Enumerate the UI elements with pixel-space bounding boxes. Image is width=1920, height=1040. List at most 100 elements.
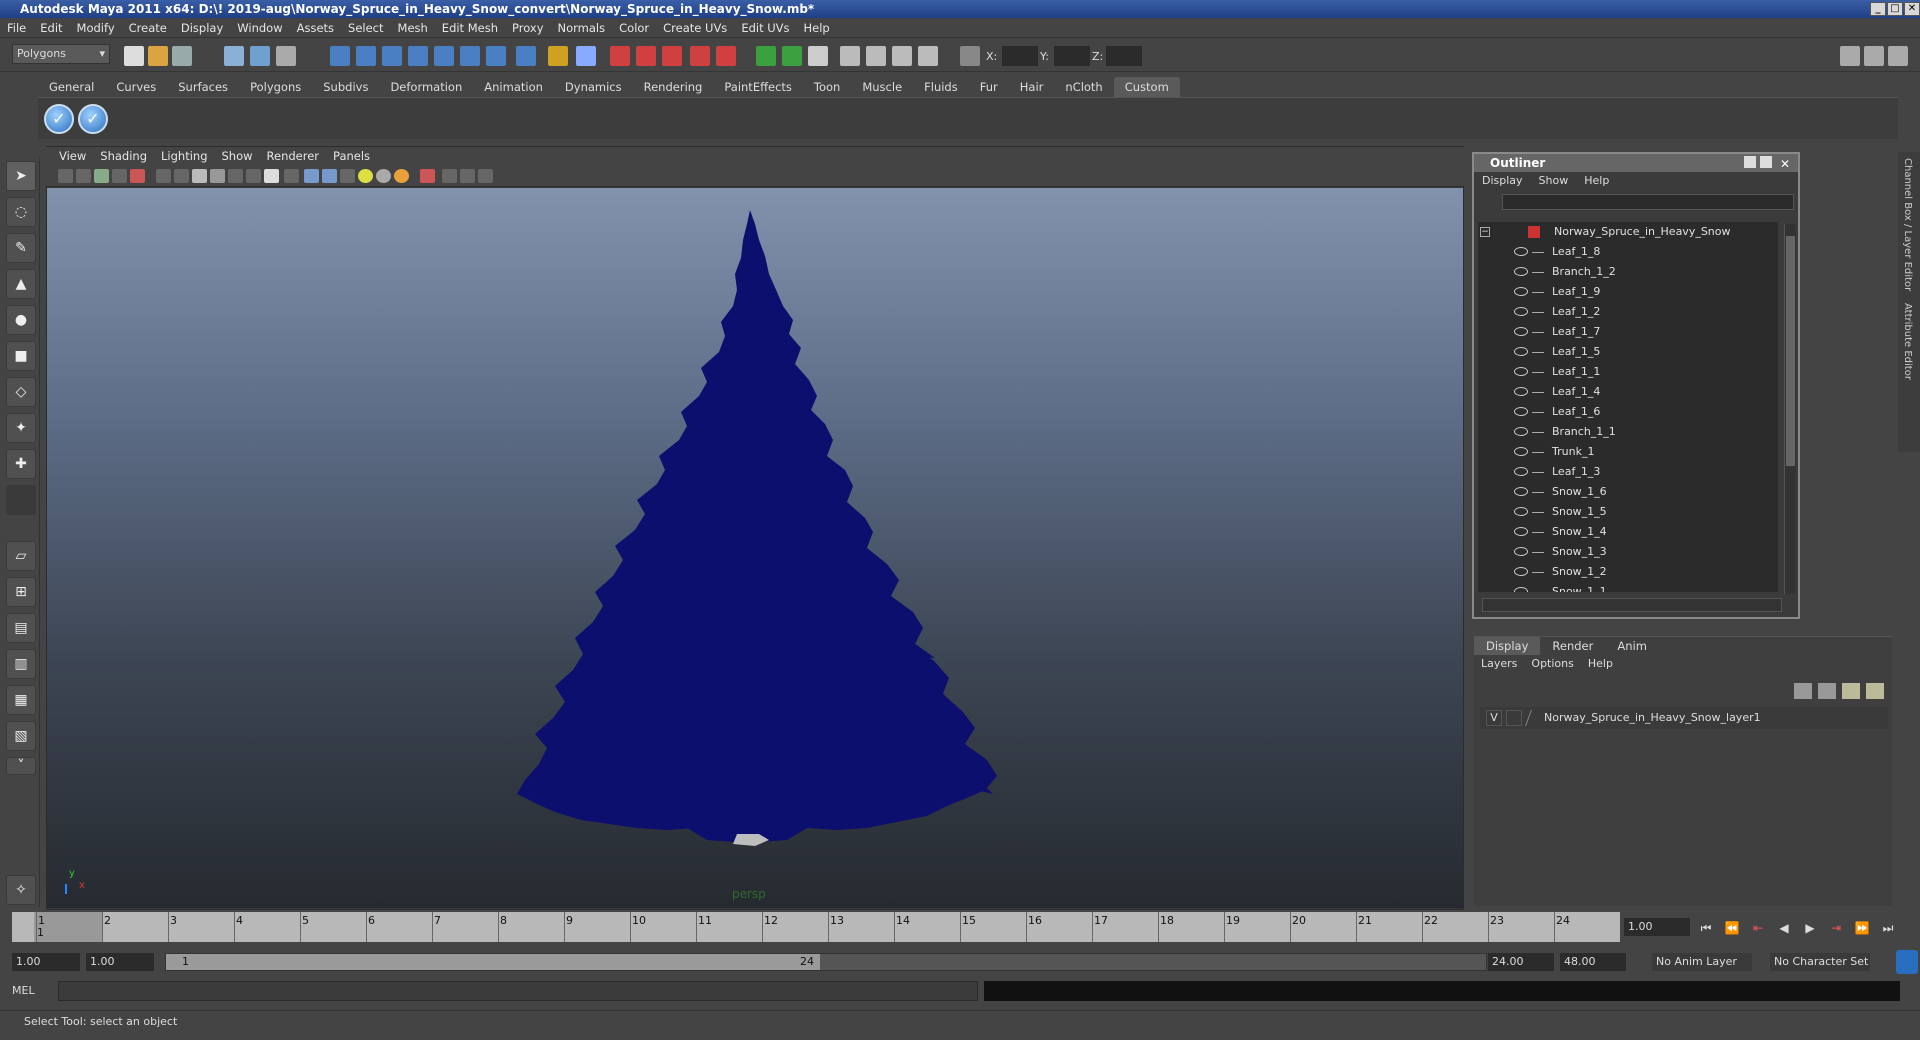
wire-on-shaded-icon[interactable]	[246, 169, 261, 183]
range-slider-handle[interactable]: 1 24	[166, 954, 820, 970]
current-frame-field[interactable]: 1.00	[1624, 918, 1690, 936]
layer-menu-options[interactable]: Options	[1524, 655, 1580, 673]
menu-file[interactable]: File	[0, 18, 33, 38]
shelf-tab-ncloth[interactable]: nCloth	[1054, 77, 1113, 97]
outliner-root-item[interactable]: − Norway_Spruce_in_Heavy_Snow	[1478, 222, 1778, 242]
outliner-item[interactable]: Snow_1_4	[1478, 522, 1778, 542]
menu-edit-uvs[interactable]: Edit UVs	[734, 18, 796, 38]
tab-display[interactable]: Display	[1474, 637, 1541, 655]
motion-trail-icon[interactable]	[478, 169, 493, 183]
more-layouts-icon[interactable]: ˅	[6, 757, 36, 775]
grid-icon[interactable]	[174, 169, 189, 183]
last-tool-icon[interactable]: ✚	[6, 449, 36, 479]
camera-attributes-icon[interactable]	[76, 169, 91, 183]
graph-persp-layout-icon[interactable]: ▥	[6, 649, 36, 679]
shelf-tab-general[interactable]: General	[38, 77, 105, 97]
outliner-horizontal-scrollbar[interactable]	[1482, 598, 1782, 612]
toggle-tool-settings-icon[interactable]	[1864, 46, 1884, 66]
rotate-tool-icon[interactable]: ●	[6, 305, 36, 335]
move-layer-down-icon[interactable]	[1866, 683, 1884, 699]
spruce-tree-model[interactable]	[47, 188, 1463, 908]
shelf-tab-hair[interactable]: Hair	[1009, 77, 1055, 97]
tab-channel-box[interactable]: Channel Box / Layer Editor	[1898, 152, 1917, 297]
menu-color[interactable]: Color	[612, 18, 656, 38]
open-scene-icon[interactable]	[148, 46, 168, 66]
render-settings-icon[interactable]	[918, 46, 938, 66]
play-forward-icon[interactable]: ▶	[1802, 920, 1818, 936]
layer-type-toggle[interactable]	[1506, 710, 1522, 726]
flat-shade-icon[interactable]	[210, 169, 225, 183]
new-layer-icon[interactable]	[1794, 683, 1812, 699]
outliner-item[interactable]: Trunk_1	[1478, 442, 1778, 462]
minimize-icon[interactable]	[1744, 156, 1756, 168]
new-scene-icon[interactable]	[124, 46, 144, 66]
menu-select[interactable]: Select	[341, 18, 390, 38]
outliner-item[interactable]: Snow_1_2	[1478, 562, 1778, 582]
layer-menu-help[interactable]: Help	[1581, 655, 1620, 673]
outliner-item[interactable]: Branch_1_2	[1478, 262, 1778, 282]
shelf-tab-fluids[interactable]: Fluids	[913, 77, 969, 97]
outliner-item[interactable]: Leaf_1_7	[1478, 322, 1778, 342]
perspective-viewport[interactable]: y x	[47, 188, 1463, 908]
four-pane-layout-icon[interactable]: ⊞	[6, 577, 36, 607]
tab-anim[interactable]: Anim	[1605, 637, 1659, 655]
move-layer-up-icon[interactable]	[1842, 683, 1860, 699]
help-icon[interactable]	[516, 46, 536, 66]
scrollbar-thumb[interactable]	[1786, 236, 1795, 466]
resolution-gate-icon[interactable]	[420, 169, 435, 183]
lasso-tool-icon[interactable]: ◌	[6, 197, 36, 227]
render-current-icon[interactable]	[866, 46, 886, 66]
character-set-dropdown[interactable]: No Character Set	[1770, 953, 1870, 971]
maximize-icon[interactable]	[1760, 156, 1772, 168]
go-to-start-icon[interactable]: ⏮	[1698, 920, 1714, 936]
outliner-item[interactable]: Leaf_1_9	[1478, 282, 1778, 302]
select-hierarchy-icon[interactable]	[224, 46, 244, 66]
snap-surface-icon[interactable]	[434, 46, 454, 66]
outliner-item[interactable]: Snow_1_1	[1478, 582, 1778, 592]
tab-render[interactable]: Render	[1540, 637, 1605, 655]
go-to-end-icon[interactable]: ⏭	[1880, 920, 1896, 936]
step-back-key-icon[interactable]: ⇤	[1750, 920, 1766, 936]
textured-icon[interactable]	[264, 169, 279, 183]
selection-set-icon[interactable]	[576, 46, 596, 66]
viewport-menu-shading[interactable]: Shading	[93, 147, 154, 165]
shelf-tab-subdivs[interactable]: Subdivs	[312, 77, 379, 97]
auto-key-icon[interactable]	[1896, 950, 1918, 974]
x-input[interactable]	[1002, 46, 1038, 66]
shelf-tab-dynamics[interactable]: Dynamics	[554, 77, 633, 97]
outliner-item[interactable]: Snow_1_5	[1478, 502, 1778, 522]
snap-point-icon[interactable]	[382, 46, 402, 66]
new-layer-selected-icon[interactable]	[1818, 683, 1836, 699]
minimize-icon[interactable]: _	[1870, 2, 1886, 16]
snap-history-icon[interactable]	[486, 46, 506, 66]
layer-row[interactable]: V Norway_Spruce_in_Heavy_Snow_layer1	[1480, 707, 1888, 729]
xray-icon[interactable]	[228, 169, 243, 183]
construction-history-icon[interactable]	[610, 46, 630, 66]
paint-select-icon[interactable]: ✎	[6, 233, 36, 263]
viewport-menu-renderer[interactable]: Renderer	[260, 147, 327, 165]
select-component-icon[interactable]	[276, 46, 296, 66]
step-forward-key-icon[interactable]: ⇥	[1828, 920, 1844, 936]
menu-edit[interactable]: Edit	[33, 18, 69, 38]
snap-plane-icon[interactable]	[408, 46, 428, 66]
shadow-sphere-icon[interactable]	[376, 169, 391, 183]
hud-icon[interactable]	[460, 169, 475, 183]
outliner-filter-input[interactable]	[1502, 194, 1794, 210]
outliner-item[interactable]: Leaf_1_1	[1478, 362, 1778, 382]
anim-layer-dropdown[interactable]: No Anim Layer	[1652, 953, 1752, 971]
image-plane-icon[interactable]	[112, 169, 127, 183]
soft-mod-icon[interactable]: ✦	[6, 413, 36, 443]
checkmark-shelf-icon[interactable]: ✓	[44, 104, 74, 134]
outliner-item[interactable]: Leaf_1_8	[1478, 242, 1778, 262]
layer-visibility-toggle[interactable]: V	[1486, 710, 1502, 726]
tab-attribute-editor[interactable]: Attribute Editor	[1898, 297, 1917, 386]
shelf-tab-fur[interactable]: Fur	[969, 77, 1009, 97]
step-back-frame-icon[interactable]: ⏪	[1724, 920, 1740, 936]
playback-range-slider[interactable]: 1 24	[165, 953, 1487, 971]
input-line-icon[interactable]	[756, 46, 776, 66]
menu-set-dropdown[interactable]: Polygons ▾	[12, 44, 110, 64]
magnet-point-icon[interactable]	[690, 46, 710, 66]
play-backward-icon[interactable]: ◀	[1776, 920, 1792, 936]
film-gate-icon[interactable]	[130, 169, 145, 183]
shelf-tab-muscle[interactable]: Muscle	[851, 77, 913, 97]
